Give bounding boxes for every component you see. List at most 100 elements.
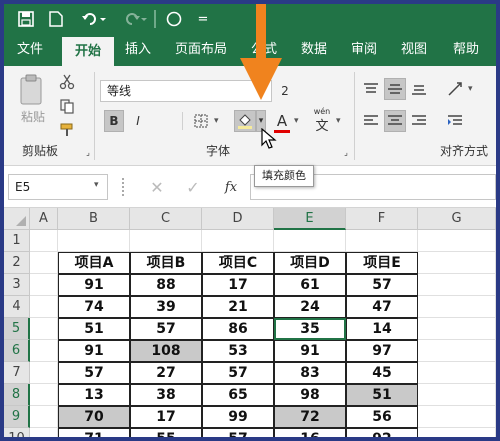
copy-icon[interactable] — [56, 96, 78, 116]
new-file-icon[interactable] — [46, 9, 66, 29]
phonetic-guide-button[interactable]: 文 — [310, 116, 334, 134]
table-cell[interactable]: 16 — [274, 428, 346, 437]
table-cell[interactable]: 38 — [130, 384, 202, 406]
column-header-f[interactable]: F — [346, 208, 418, 230]
format-painter-icon[interactable] — [56, 120, 78, 140]
circle-shape-icon[interactable] — [164, 9, 184, 29]
table-cell[interactable]: 91 — [58, 340, 130, 362]
table-cell[interactable]: 24 — [274, 296, 346, 318]
table-cell[interactable]: 108 — [130, 340, 202, 362]
table-cell[interactable]: 86 — [202, 318, 274, 340]
orientation-dropdown-icon[interactable]: ▾ — [468, 84, 473, 94]
table-cell[interactable]: 45 — [346, 362, 418, 384]
table-cell[interactable] — [418, 296, 496, 318]
cancel-icon[interactable]: ✕ — [146, 176, 168, 198]
row-header-3[interactable]: 3 — [4, 274, 30, 296]
table-cell[interactable] — [30, 296, 58, 318]
table-cell[interactable]: 57 — [130, 318, 202, 340]
insert-function-icon[interactable]: fx — [218, 176, 244, 198]
table-cell[interactable]: 83 — [274, 362, 346, 384]
table-cell[interactable]: 88 — [130, 274, 202, 296]
table-cell[interactable]: 13 — [58, 384, 130, 406]
align-right-icon[interactable] — [408, 110, 430, 132]
align-left-icon[interactable] — [360, 110, 382, 132]
column-header-g[interactable]: G — [418, 208, 496, 230]
table-header-cell[interactable]: 项目A — [58, 252, 130, 274]
redo-icon[interactable] — [120, 9, 148, 29]
row-header-6[interactable]: 6 — [4, 340, 30, 362]
align-top-icon[interactable] — [360, 78, 382, 100]
table-header-cell[interactable]: 项目C — [202, 252, 274, 274]
table-cell[interactable] — [274, 230, 346, 252]
enter-icon[interactable]: ✓ — [182, 176, 204, 198]
table-cell[interactable] — [30, 318, 58, 340]
table-cell[interactable] — [418, 252, 496, 274]
tab-file[interactable]: 文件 — [10, 34, 50, 66]
table-cell[interactable]: 91 — [58, 274, 130, 296]
table-cell[interactable]: 21 — [202, 296, 274, 318]
borders-icon[interactable] — [190, 110, 212, 132]
table-cell[interactable]: 51 — [58, 318, 130, 340]
customize-qat-icon[interactable]: = — [196, 9, 210, 29]
row-header-4[interactable]: 4 — [4, 296, 30, 318]
table-cell[interactable]: 57 — [202, 428, 274, 437]
table-cell[interactable]: 92 — [346, 428, 418, 437]
table-cell[interactable] — [202, 230, 274, 252]
table-cell[interactable]: 57 — [202, 362, 274, 384]
table-header-cell[interactable]: 项目B — [130, 252, 202, 274]
cut-icon[interactable] — [56, 72, 78, 92]
indent-icon[interactable] — [444, 110, 466, 132]
table-cell[interactable] — [30, 230, 58, 252]
table-cell[interactable] — [30, 340, 58, 362]
table-cell[interactable] — [418, 230, 496, 252]
table-cell[interactable] — [30, 274, 58, 296]
clipboard-launcher-icon[interactable]: ⌟ — [84, 148, 92, 157]
table-cell[interactable] — [30, 428, 58, 437]
table-cell[interactable]: 61 — [274, 274, 346, 296]
table-cell[interactable]: 99 — [202, 406, 274, 428]
undo-icon[interactable] — [80, 9, 108, 29]
paste-label[interactable]: 粘贴 — [16, 108, 50, 124]
table-cell[interactable] — [418, 362, 496, 384]
table-cell[interactable]: 74 — [58, 296, 130, 318]
table-cell[interactable]: 51 — [346, 384, 418, 406]
table-cell[interactable]: 55 — [130, 428, 202, 437]
save-icon[interactable] — [16, 9, 36, 29]
table-header-cell[interactable]: 项目E — [346, 252, 418, 274]
select-all-corner[interactable] — [4, 208, 30, 230]
table-cell[interactable] — [346, 230, 418, 252]
bold-button[interactable]: B — [104, 110, 124, 132]
table-cell[interactable] — [418, 318, 496, 340]
font-color-dropdown-icon[interactable]: ▾ — [294, 116, 299, 126]
tab-view[interactable]: 视图 — [394, 34, 434, 66]
table-cell[interactable] — [418, 340, 496, 362]
table-cell[interactable]: 53 — [202, 340, 274, 362]
tab-home[interactable]: 开始 — [62, 37, 114, 66]
table-cell[interactable] — [418, 406, 496, 428]
table-cell[interactable]: 65 — [202, 384, 274, 406]
table-cell[interactable]: 56 — [346, 406, 418, 428]
name-box[interactable]: E5 — [8, 174, 108, 200]
table-cell[interactable]: 14 — [346, 318, 418, 340]
tab-data[interactable]: 数据 — [294, 34, 334, 66]
column-header-b[interactable]: B — [58, 208, 130, 230]
table-cell[interactable]: 17 — [130, 406, 202, 428]
table-cell[interactable]: 57 — [58, 362, 130, 384]
table-header-cell[interactable]: 项目D — [274, 252, 346, 274]
column-header-d[interactable]: D — [202, 208, 274, 230]
fill-color-icon[interactable] — [234, 110, 256, 132]
borders-dropdown-icon[interactable]: ▾ — [214, 116, 219, 126]
table-cell[interactable]: 17 — [202, 274, 274, 296]
row-header-9[interactable]: 9 — [4, 406, 30, 428]
table-cell[interactable] — [130, 230, 202, 252]
table-cell[interactable] — [418, 274, 496, 296]
table-cell[interactable] — [30, 406, 58, 428]
tab-page-layout[interactable]: 页面布局 — [166, 34, 236, 66]
table-cell[interactable]: 72 — [274, 406, 346, 428]
orientation-icon[interactable] — [444, 78, 466, 100]
table-cell[interactable] — [30, 384, 58, 406]
font-launcher-icon[interactable]: ⌟ — [342, 148, 350, 157]
row-header-5[interactable]: 5 — [4, 318, 30, 340]
tab-help[interactable]: 帮助 — [446, 34, 486, 66]
row-header-2[interactable]: 2 — [4, 252, 30, 274]
